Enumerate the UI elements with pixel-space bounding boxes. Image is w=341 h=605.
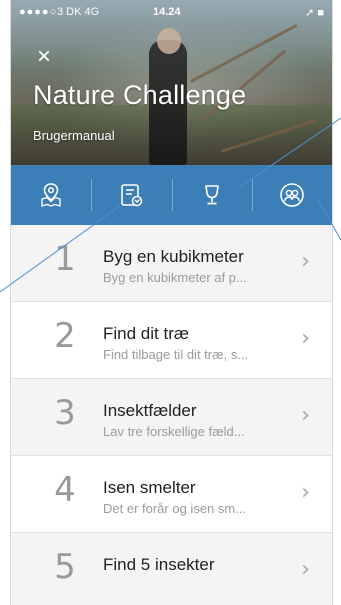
challenge-title: Isen smelter [103, 478, 196, 497]
signal-strength: ●●●●○ [19, 6, 58, 18]
chevron-right-icon: › [301, 557, 310, 582]
tab-trophy[interactable] [171, 165, 252, 225]
close-icon[interactable]: × [33, 45, 55, 69]
challenge-description: Byg en kubikmeter af p... [103, 270, 247, 285]
status-time: 14.24 [153, 6, 181, 18]
challenge-number: 4 [54, 470, 76, 510]
list-sync-icon [121, 184, 143, 207]
app-frame: ●●●●○ 3 DK 4G 14.24 ➚ ■ × Nature Challen… [10, 0, 333, 605]
challenge-number: 3 [54, 393, 76, 433]
challenge-list: 1 Byg en kubikmeter Byg en kubikmeter af… [11, 225, 332, 605]
tab-challenges[interactable] [91, 165, 171, 225]
challenge-title: Find dit træ [103, 324, 189, 343]
status-bar: ●●●●○ 3 DK 4G 14.24 ➚ ■ [11, 6, 332, 22]
chevron-right-icon: › [301, 480, 310, 505]
tab-map[interactable] [11, 165, 91, 225]
challenge-number: 2 [54, 316, 76, 356]
challenge-number: 1 [54, 239, 76, 279]
map-pin-icon [41, 183, 61, 207]
list-item[interactable]: 5 Find 5 insekter › [11, 533, 332, 605]
challenge-description: Find tilbage til dit træ, s... [103, 347, 249, 362]
trophy-icon [204, 185, 219, 205]
list-item[interactable]: 3 Insektfælder Lav tre forskellige fæld.… [11, 379, 332, 456]
page-subtitle: Brugermanual [33, 128, 115, 143]
list-item[interactable]: 2 Find dit træ Find tilbage til dit træ,… [11, 302, 332, 379]
people-icon [280, 183, 304, 207]
challenge-title: Byg en kubikmeter [103, 247, 244, 266]
chevron-right-icon: › [301, 326, 310, 351]
header-photo: ●●●●○ 3 DK 4G 14.24 ➚ ■ × Nature Challen… [11, 0, 332, 165]
chevron-right-icon: › [301, 249, 310, 274]
carrier-label: 3 DK 4G [57, 6, 100, 18]
status-right-icons: ➚ ■ [305, 7, 324, 19]
list-item[interactable]: 1 Byg en kubikmeter Byg en kubikmeter af… [11, 225, 332, 302]
chevron-right-icon: › [301, 403, 310, 428]
photo-person-head [157, 28, 181, 54]
tab-bar [11, 165, 332, 225]
challenge-description: Det er forår og isen sm... [103, 501, 247, 516]
challenge-title: Insektfælder [103, 401, 197, 420]
challenge-number: 5 [54, 547, 76, 587]
page-title: Nature Challenge [33, 80, 247, 110]
challenge-title: Find 5 insekter [103, 555, 215, 574]
challenge-description: Lav tre forskellige fæld... [103, 424, 245, 439]
tab-profile[interactable] [251, 165, 332, 225]
list-item[interactable]: 4 Isen smelter Det er forår og isen sm..… [11, 456, 332, 533]
